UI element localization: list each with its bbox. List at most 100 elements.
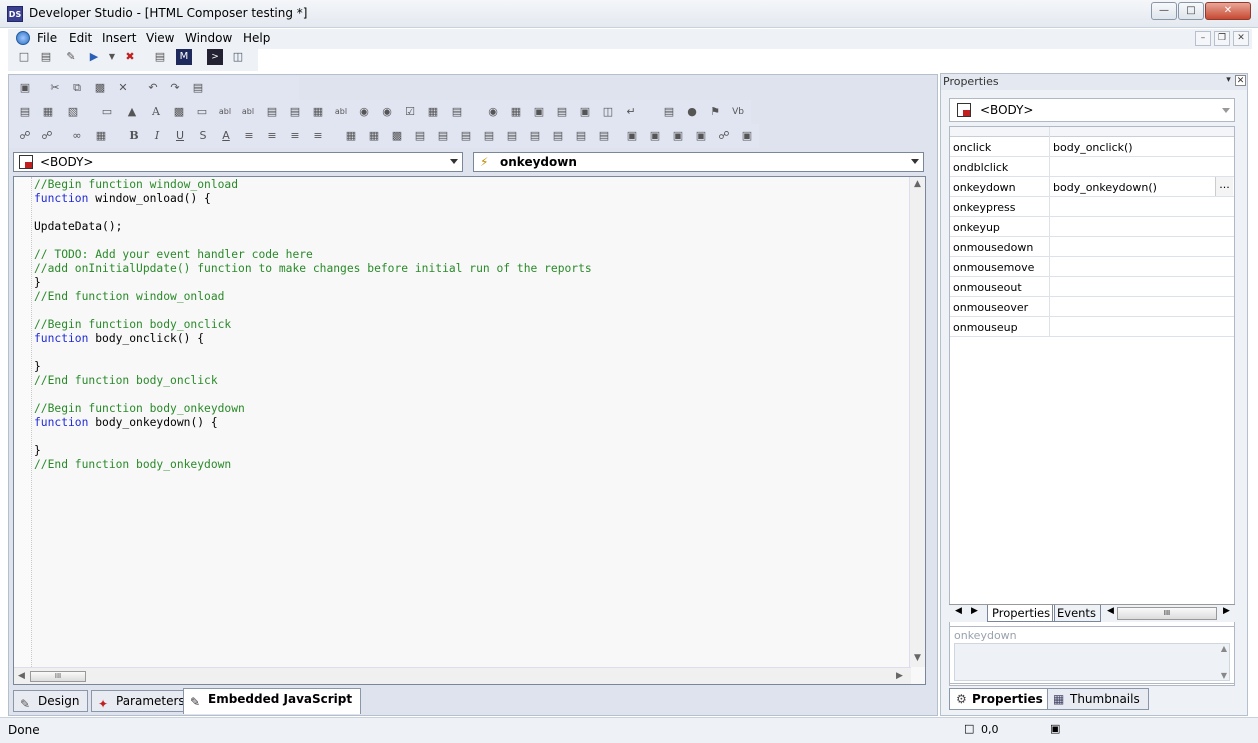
textbox-icon[interactable]: ▭ <box>194 104 210 120</box>
page-icon[interactable]: ▤ <box>17 104 33 120</box>
event-row-onmouseup[interactable]: onmouseup <box>950 317 1234 337</box>
button-icon[interactable]: ◉ <box>356 104 372 120</box>
menu-file[interactable]: File <box>37 31 57 45</box>
horizontal-scrollbar[interactable]: ◀ III ▶ <box>14 667 911 684</box>
panel-tab-properties[interactable]: ⚙ Properties <box>949 688 1052 710</box>
doc-minimize-button[interactable]: – <box>1195 31 1211 46</box>
italic-icon[interactable]: I <box>149 128 165 144</box>
object-select[interactable]: <BODY> <box>949 98 1235 122</box>
report-icon[interactable]: ▤ <box>152 49 168 65</box>
event-select[interactable]: ⚡ onkeydown <box>473 152 924 172</box>
tab-design[interactable]: ✎ Design <box>13 690 89 712</box>
space-down-icon[interactable]: ▤ <box>573 128 589 144</box>
menu-edit[interactable]: Edit <box>69 31 92 45</box>
event-row-onkeydown[interactable]: onkeydown body_onkeydown()... <box>950 177 1234 197</box>
strikethrough-icon[interactable]: S <box>195 128 211 144</box>
tab-embedded-javascript[interactable]: ✎ Embedded JavaScript <box>183 688 362 714</box>
desc-scroll-up-icon[interactable]: ▲ <box>1221 644 1227 653</box>
tree-icon[interactable]: ▤ <box>449 104 465 120</box>
scroll-up-icon[interactable]: ▲ <box>914 179 921 189</box>
chart-icon[interactable]: ▩ <box>171 104 187 120</box>
space-across-icon[interactable]: ▤ <box>550 128 566 144</box>
order-forward-icon[interactable]: ▣ <box>670 128 686 144</box>
input-icon[interactable]: abl <box>240 104 256 120</box>
event-row-onmouseover[interactable]: onmouseover <box>950 297 1234 317</box>
event-row-ondblclick[interactable]: ondblclick <box>950 157 1234 177</box>
event-row-onmousedown[interactable]: onmousedown <box>950 237 1234 257</box>
select-grid-icon[interactable]: ▦ <box>93 128 109 144</box>
menu-help[interactable]: Help <box>243 31 270 45</box>
minimize-button[interactable]: — <box>1151 2 1177 20</box>
object-icon[interactable]: ▣ <box>531 104 547 120</box>
checkbox-icon[interactable]: ☑ <box>402 104 418 120</box>
combobox-icon[interactable]: ▤ <box>287 104 303 120</box>
sphere-icon[interactable]: ● <box>684 104 700 120</box>
same-height-icon[interactable]: ▤ <box>504 128 520 144</box>
doc-restore-button[interactable]: ❐ <box>1214 31 1230 46</box>
sheet-scroll-thumb[interactable]: III <box>1117 607 1217 620</box>
listbox-icon[interactable]: ▤ <box>264 104 280 120</box>
snap-icon[interactable]: ▦ <box>366 128 382 144</box>
flag-icon[interactable]: ⚑ <box>707 104 723 120</box>
underline-icon[interactable]: U <box>172 128 188 144</box>
link-chain-icon[interactable]: ☍ <box>716 128 732 144</box>
properties-icon[interactable]: ▤ <box>190 80 206 96</box>
stop-icon[interactable]: ✖ <box>122 49 138 65</box>
event-row-onkeypress[interactable]: onkeypress <box>950 197 1234 217</box>
justify-icon[interactable]: ≡ <box>310 128 326 144</box>
tab-parameters[interactable]: ✦ Parameters <box>91 690 194 712</box>
copy-icon[interactable]: ⧉ <box>69 80 85 96</box>
maximize-button[interactable]: □ <box>1178 2 1204 20</box>
undo-icon[interactable]: ↶ <box>145 80 161 96</box>
unbind-icon[interactable]: ☍ <box>39 128 55 144</box>
scroll-thumb[interactable]: III <box>30 671 86 682</box>
run-icon[interactable]: ▶ <box>86 49 102 65</box>
terminal-icon[interactable]: > <box>207 49 223 65</box>
panel-close-icon[interactable]: ✕ <box>1235 75 1246 86</box>
run-dropdown-icon[interactable]: ▼ <box>104 49 120 65</box>
scroll-left-icon[interactable]: ◀ <box>18 671 25 681</box>
text-icon[interactable]: A <box>148 104 164 120</box>
table-icon[interactable]: ▧ <box>65 104 81 120</box>
event-row-onclick[interactable]: onclick body_onclick() <box>950 137 1234 157</box>
edit-icon[interactable]: ✎ <box>63 49 79 65</box>
align-lefts-icon[interactable]: ▤ <box>412 128 428 144</box>
code-editor[interactable]: //Begin function window_onload function w… <box>13 176 926 685</box>
ellipsis-button[interactable]: ... <box>1215 177 1233 196</box>
same-width-icon[interactable]: ▤ <box>527 128 543 144</box>
globe-icon[interactable]: ◉ <box>485 104 501 120</box>
open-icon[interactable]: ▤ <box>38 49 54 65</box>
align-right-icon[interactable]: ≡ <box>287 128 303 144</box>
align-centers-icon[interactable]: ▤ <box>435 128 451 144</box>
font-color-icon[interactable]: A <box>218 128 234 144</box>
align-left-icon[interactable]: ≡ <box>241 128 257 144</box>
radio-icon[interactable]: ◉ <box>379 104 395 120</box>
box-icon[interactable]: ▭ <box>99 104 115 120</box>
doc-close-button[interactable]: ✕ <box>1233 31 1249 46</box>
image-icon[interactable]: ▲ <box>124 104 140 120</box>
edit-field-icon[interactable]: abl <box>333 104 349 120</box>
layers-icon[interactable]: ▩ <box>389 128 405 144</box>
code-text[interactable]: //Begin function window_onload function w… <box>34 178 592 472</box>
grid-icon[interactable]: ▦ <box>40 104 56 120</box>
order-back-icon[interactable]: ▣ <box>647 128 663 144</box>
scroll-right-icon[interactable]: ▶ <box>896 671 903 681</box>
frame-icon[interactable]: ▦ <box>310 104 326 120</box>
sheet-scroll-left-icon[interactable]: ◀ <box>1107 606 1114 616</box>
close-button[interactable]: ✕ <box>1205 2 1251 20</box>
bind-icon[interactable]: ☍ <box>17 128 33 144</box>
sheet-tab-events[interactable]: Events <box>1052 605 1101 622</box>
redo-icon[interactable]: ↷ <box>167 80 183 96</box>
bold-icon[interactable]: B <box>126 128 142 144</box>
event-row-onmouseout[interactable]: onmouseout <box>950 277 1234 297</box>
calendar-icon[interactable]: ▦ <box>425 104 441 120</box>
event-row-onmousemove[interactable]: onmousemove <box>950 257 1234 277</box>
form-icon[interactable]: ▤ <box>554 104 570 120</box>
disk-icon[interactable]: ▣ <box>577 104 593 120</box>
folder-icon[interactable]: ▤ <box>661 104 677 120</box>
label-icon[interactable]: abl <box>217 104 233 120</box>
sheet-prev-icon[interactable]: ◀ <box>955 606 962 616</box>
sheet-tab-properties[interactable]: Properties <box>987 605 1056 622</box>
save-icon[interactable]: ▣ <box>17 80 33 96</box>
panel-menu-icon[interactable]: ▾ <box>1223 75 1234 86</box>
